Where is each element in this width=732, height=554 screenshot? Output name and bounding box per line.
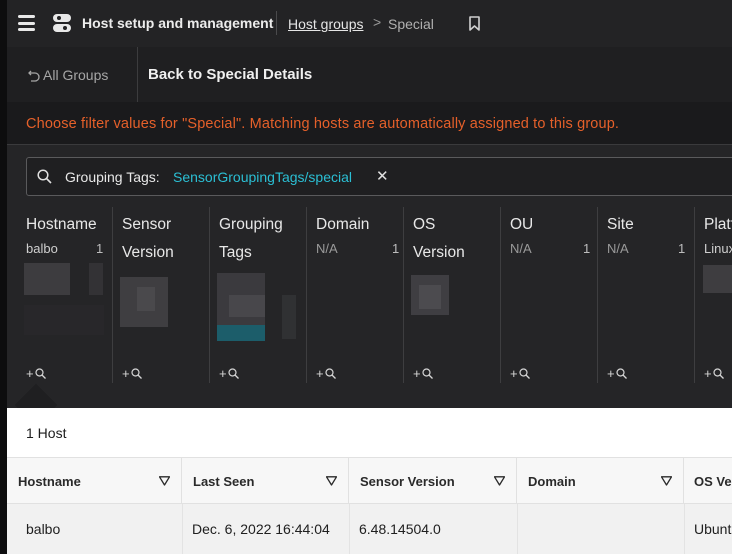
- app-title: Host setup and management: [82, 15, 274, 31]
- magnifier-icon: [324, 368, 336, 379]
- filter-chip-value: SensorGroupingTags/special: [173, 169, 352, 185]
- all-groups-label: All Groups: [43, 67, 109, 83]
- undo-arrow-icon: [28, 70, 40, 82]
- redacted-block: [24, 263, 70, 295]
- cell-os-version: Ubuntu: [694, 521, 732, 537]
- left-edge-strip: [0, 0, 7, 554]
- filter-value[interactable]: N/A: [316, 241, 338, 256]
- redacted-block: [137, 287, 155, 311]
- filter-funnel-icon[interactable]: [494, 476, 505, 486]
- filter-count: 1: [96, 241, 104, 256]
- filter-column-header: Domain: [316, 216, 370, 233]
- filter-column-header: OU: [510, 216, 534, 233]
- add-filter-button[interactable]: +: [26, 366, 46, 381]
- bookmark-icon[interactable]: [469, 16, 480, 31]
- add-filter-button[interactable]: +: [413, 366, 433, 381]
- column-separator: [403, 207, 404, 383]
- magnifier-icon: [421, 368, 433, 379]
- redacted-block: [419, 285, 441, 309]
- filter-column-header: OS Version: [413, 216, 465, 261]
- filter-column-header: Grouping Tags: [219, 216, 283, 261]
- filter-column-header: Site: [607, 216, 634, 233]
- add-filter-button[interactable]: +: [122, 366, 142, 381]
- filter-chip-label: Grouping Tags:: [65, 169, 160, 185]
- filter-column-header: Hostname: [26, 216, 97, 233]
- back-to-details-link[interactable]: Back to Special Details: [148, 66, 312, 83]
- breadcrumb-chevron: >: [373, 14, 382, 30]
- cell-sensor-version: 6.48.14504.0: [359, 521, 441, 537]
- add-filter-button[interactable]: +: [510, 366, 530, 381]
- redacted-block: [24, 305, 104, 335]
- filter-count: 1: [583, 241, 591, 256]
- filter-funnel-icon[interactable]: [661, 476, 672, 486]
- filter-notice: Choose filter values for "Special". Matc…: [26, 116, 620, 132]
- add-filter-button[interactable]: +: [704, 366, 724, 381]
- cell-hostname: balbo: [26, 521, 61, 537]
- filter-value[interactable]: N/A: [510, 241, 532, 256]
- column-header-domain[interactable]: Domain: [517, 458, 684, 504]
- add-filter-button[interactable]: +: [219, 366, 239, 381]
- magnifier-icon: [615, 368, 627, 379]
- column-header-hostname[interactable]: Hostname: [7, 458, 182, 504]
- column-separator: [112, 207, 113, 383]
- column-header-os-version[interactable]: OS Version: [684, 458, 732, 504]
- filter-count: 1: [678, 241, 686, 256]
- menu-icon[interactable]: [18, 15, 35, 31]
- results-area: 1 Host Hostname Last Seen Sensor Version…: [7, 408, 732, 554]
- title-divider: [276, 11, 277, 35]
- breadcrumb-current: Special: [388, 16, 434, 32]
- clear-icon[interactable]: ✕: [376, 167, 389, 185]
- column-separator: [306, 207, 307, 383]
- filter-count: 1: [392, 241, 400, 256]
- filter-column-hostname: Hostname balbo 1 +: [26, 209, 106, 385]
- search-icon: [37, 169, 52, 184]
- navigation-row: All Groups Back to Special Details: [7, 47, 732, 102]
- nav-divider: [137, 47, 138, 102]
- filter-value[interactable]: balbo: [26, 241, 58, 256]
- magnifier-icon: [34, 368, 46, 379]
- filter-value[interactable]: Linux: [704, 241, 732, 256]
- magnifier-icon: [227, 368, 239, 379]
- magnifier-icon: [130, 368, 142, 379]
- column-header-last-seen[interactable]: Last Seen: [182, 458, 349, 504]
- host-count: 1 Host: [26, 425, 67, 441]
- redacted-block: [229, 295, 265, 317]
- filter-column-header: Sensor Version: [122, 216, 174, 261]
- all-groups-link[interactable]: All Groups: [28, 67, 108, 83]
- magnifier-icon: [712, 368, 724, 379]
- app-logo-icon: [53, 14, 71, 32]
- add-filter-button[interactable]: +: [607, 366, 627, 381]
- filter-funnel-icon[interactable]: [326, 476, 337, 486]
- top-bar: Host setup and management Host groups > …: [7, 0, 732, 47]
- redacted-block: [89, 263, 103, 295]
- filter-search-bar[interactable]: Grouping Tags: SensorGroupingTags/specia…: [26, 157, 732, 196]
- add-filter-button[interactable]: +: [316, 366, 336, 381]
- column-header-sensor-version[interactable]: Sensor Version: [349, 458, 517, 504]
- column-separator: [209, 207, 210, 383]
- filter-funnel-icon[interactable]: [159, 476, 170, 486]
- column-separator: [500, 207, 501, 383]
- column-separator: [597, 207, 598, 383]
- filter-column-header: Platform: [704, 216, 732, 233]
- filter-column-platform: Platform Linux +: [704, 209, 732, 385]
- breadcrumb-host-groups[interactable]: Host groups: [288, 16, 363, 32]
- results-table-header: Hostname Last Seen Sensor Version Domain…: [7, 457, 732, 504]
- table-row[interactable]: balbo Dec. 6, 2022 16:44:04 6.48.14504.0…: [7, 504, 732, 554]
- filter-column-site: Site N/A 1 +: [607, 209, 692, 385]
- column-separator: [694, 207, 695, 383]
- filter-column-domain: Domain N/A 1 +: [316, 209, 401, 385]
- redacted-block: [217, 325, 265, 341]
- redacted-block: [703, 265, 732, 293]
- filter-panel: Grouping Tags: SensorGroupingTags/specia…: [7, 145, 732, 408]
- redacted-block: [282, 295, 296, 339]
- magnifier-icon: [518, 368, 530, 379]
- filter-column-ou: OU N/A 1 +: [510, 209, 595, 385]
- filter-value[interactable]: N/A: [607, 241, 629, 256]
- cell-last-seen: Dec. 6, 2022 16:44:04: [192, 521, 330, 537]
